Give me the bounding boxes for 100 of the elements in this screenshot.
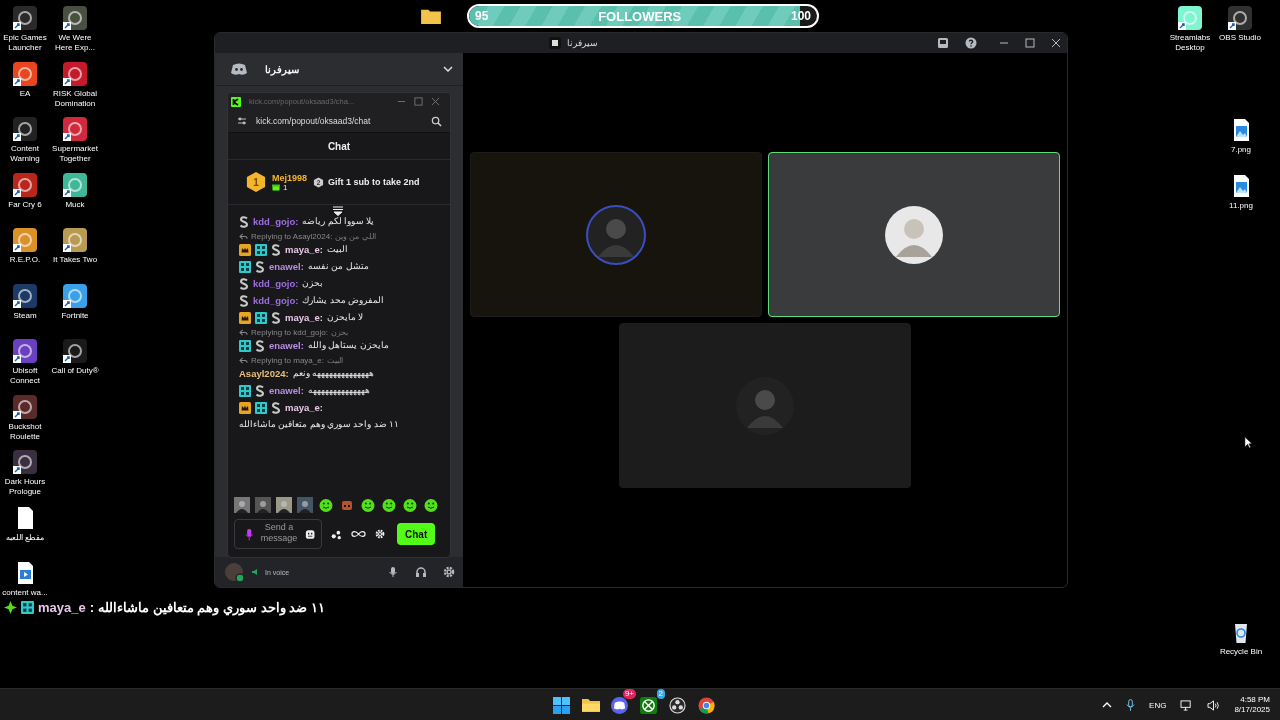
desktop-icon-label[interactable]: 11.png — [1215, 201, 1267, 211]
emote-icon[interactable] — [297, 497, 313, 513]
desktop-icon-label[interactable]: Epic Games Launcher — [0, 33, 51, 53]
discord-logo-icon[interactable] — [231, 63, 247, 75]
emoji-icon[interactable] — [304, 528, 315, 540]
microphone-icon[interactable] — [387, 566, 399, 578]
obs-icon[interactable] — [669, 696, 686, 714]
infinity-icon[interactable] — [351, 530, 366, 538]
overlay-message: ١١ ضد واحد سوري وهم متعافين ماشاءالله — [98, 600, 325, 615]
desktop-icon-label[interactable]: We Were Here Exp... — [49, 33, 101, 53]
xbox-icon[interactable] — [640, 696, 657, 714]
goal-title: FOLLOWERS — [598, 8, 682, 24]
chat-username[interactable]: kdd_gojo: — [253, 277, 299, 290]
microphone-icon[interactable] — [245, 527, 254, 541]
emote-icon[interactable] — [402, 497, 418, 513]
chat-message: مايحزن يستاهل والله — [307, 339, 389, 352]
desktop-icon-label[interactable]: 7.png — [1215, 145, 1267, 155]
chrome-icon[interactable] — [698, 696, 715, 714]
emote-icon[interactable] — [276, 497, 292, 513]
desktop-icon-label[interactable]: Buckshot Roulette — [0, 421, 51, 442]
emote-icon[interactable] — [423, 497, 439, 513]
chat-username[interactable]: Asayl2024: — [239, 367, 289, 380]
chat-message: ١١ ضد واحد سوري وهم متعافين ماشاءالله — [239, 418, 400, 431]
video-tile[interactable] — [619, 323, 911, 488]
clock-time[interactable]: 4:58 PM — [1240, 695, 1270, 705]
reply-arrow-icon — [239, 233, 248, 240]
network-icon[interactable] — [1180, 699, 1194, 711]
collapse-icon[interactable] — [332, 206, 344, 216]
discord-icon[interactable] — [611, 696, 628, 714]
folder-icon[interactable] — [582, 696, 600, 712]
subscriber-badge-icon — [239, 277, 249, 290]
chat-send-button[interactable]: Chat — [397, 523, 436, 545]
emote-icon[interactable] — [360, 497, 376, 513]
desktop-icon-label[interactable]: Recycle Bin — [1215, 647, 1267, 657]
clock-date[interactable]: 8/17/2025 — [1234, 705, 1270, 715]
chat-message: المفروض محد يشارك — [302, 294, 385, 307]
desktop-icon-label[interactable]: OBS Studio — [1214, 33, 1266, 43]
chat-username[interactable]: kdd_gojo: — [253, 294, 299, 307]
desktop-icon-label[interactable]: Content Warning — [0, 144, 51, 164]
folder-icon[interactable] — [420, 7, 442, 25]
microphone-icon[interactable] — [1126, 698, 1136, 712]
chat-username[interactable]: maya_e: — [285, 401, 324, 414]
chat-username[interactable]: enawel: — [269, 339, 304, 352]
desktop-icon-label[interactable]: It Takes Two — [49, 255, 101, 265]
avatar-icon[interactable] — [223, 561, 245, 583]
emote-icon[interactable] — [381, 497, 397, 513]
sparkle-icon — [4, 601, 17, 614]
chat-username[interactable]: enawel: — [269, 384, 304, 397]
window-title: سيرفرنا — [566, 38, 598, 48]
chat-username[interactable]: kdd_gojo: — [253, 215, 299, 228]
og-badge-icon — [239, 260, 251, 273]
leader-name[interactable]: Mej1998 — [272, 172, 308, 183]
emote-icon[interactable] — [234, 497, 250, 513]
chat-username[interactable]: enawel: — [269, 260, 304, 273]
desktop-icon-label[interactable]: Fortnite — [49, 310, 101, 321]
desktop-icon-label[interactable]: Supermarket Together — [49, 144, 101, 164]
desktop-icon-label[interactable]: Call of Duty® — [49, 366, 101, 376]
volume-icon[interactable] — [1207, 699, 1221, 711]
chat-username[interactable]: maya_e: — [285, 311, 324, 324]
zoom-icon[interactable] — [431, 115, 442, 127]
desktop-icon-label[interactable]: Steam — [0, 310, 51, 321]
desktop-icon-label[interactable]: content wa... — [0, 588, 51, 598]
desktop-icon-label[interactable]: Dark Hours Prologue — [0, 477, 51, 497]
chevron-up-icon[interactable] — [1102, 702, 1113, 708]
notification-badge: 2 — [656, 688, 665, 699]
headphones-icon[interactable] — [415, 566, 427, 578]
server-name[interactable]: سيرفرنا — [265, 63, 425, 75]
og-badge-icon — [21, 601, 34, 614]
emote-icon[interactable] — [318, 497, 334, 513]
og-badge-icon — [239, 339, 251, 352]
chat-message: ههههههههههههههه ونعم — [292, 367, 375, 380]
desktop-icon-label[interactable]: Muck — [49, 199, 101, 210]
desktop-icon-label[interactable]: Ubisoft Connect — [0, 366, 51, 386]
start-icon[interactable] — [553, 696, 570, 714]
inbox-icon[interactable] — [937, 37, 949, 49]
desktop-icon-label[interactable]: EA — [0, 88, 51, 99]
reply-label: Replying to kdd_gojo: — [251, 328, 328, 337]
message-input[interactable]: Send a message — [257, 521, 301, 547]
language-indicator[interactable]: ENG — [1149, 700, 1167, 710]
desktop-icon-label[interactable]: Far Cry 6 — [0, 199, 51, 210]
close-icon[interactable] — [1051, 38, 1061, 48]
maximize-icon[interactable] — [1025, 38, 1035, 48]
desktop-icon-label[interactable]: R.E.P.O. — [0, 255, 51, 265]
message-bar[interactable]: Send a message — [234, 519, 322, 549]
chevron-down-icon[interactable] — [443, 66, 453, 72]
avatar-icon — [884, 204, 944, 265]
chat-header: Chat — [228, 133, 450, 160]
site-settings-icon[interactable] — [236, 115, 248, 127]
video-tile[interactable] — [470, 152, 762, 317]
help-icon[interactable] — [965, 37, 977, 49]
chat-username[interactable]: maya_e: — [285, 243, 324, 256]
points-icon[interactable] — [331, 528, 342, 540]
desktop-icon-label[interactable]: RISK Global Domination — [49, 88, 101, 109]
og-badge-icon — [255, 311, 267, 324]
overlay-separator: : — [89, 600, 95, 615]
subscriber-badge-icon — [239, 215, 249, 228]
desktop-icon-label[interactable]: مقطع اللعبه — [0, 532, 51, 543]
desktop-icon-label[interactable]: Streamlabs Desktop — [1164, 33, 1216, 53]
emote-icon[interactable] — [255, 497, 271, 513]
settings-icon[interactable] — [443, 566, 455, 578]
